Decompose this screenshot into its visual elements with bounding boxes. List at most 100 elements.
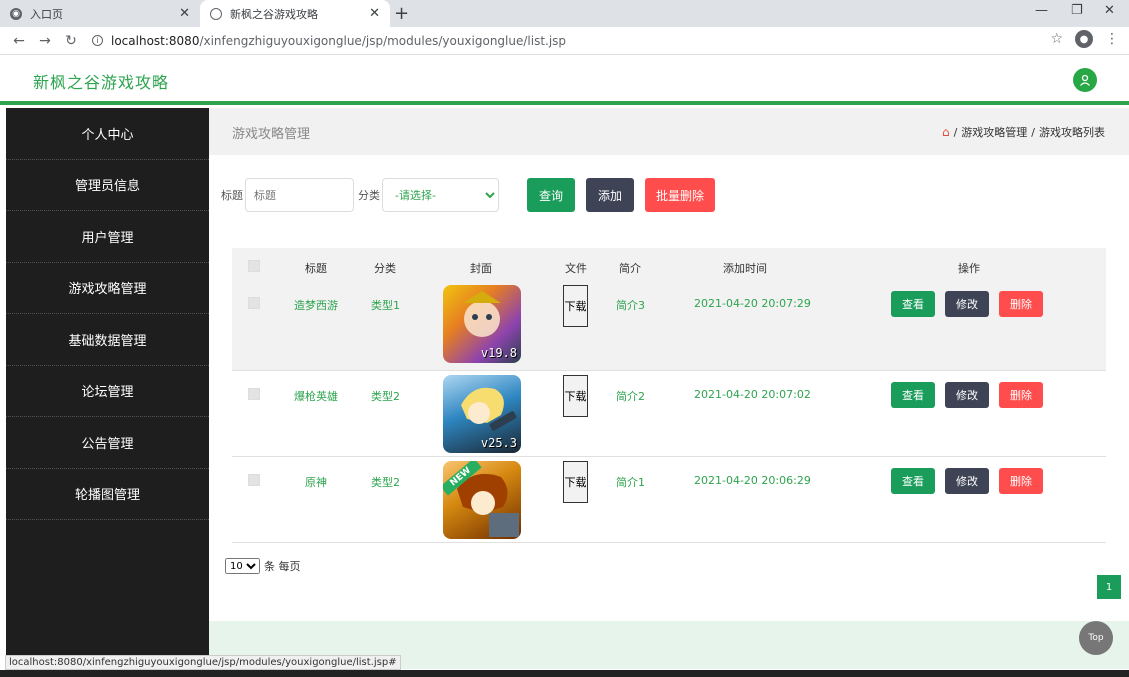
browser-tab-entry[interactable]: ◉ 入口页 ✕ [0, 0, 200, 27]
sidebar-item-admin-info[interactable]: 管理员信息 [6, 160, 209, 211]
row-checkbox[interactable] [248, 474, 260, 486]
new-tab-icon[interactable]: + [394, 3, 409, 24]
header-operations: 操作 [958, 262, 980, 275]
category-filter-label: 分类 [358, 189, 380, 202]
breadcrumb: ⌂ / 游戏攻略管理 / 游戏攻略列表 [942, 124, 1105, 140]
header-title: 标题 [305, 262, 327, 275]
sidebar-item-label: 管理员信息 [74, 179, 140, 195]
browser-tab-current[interactable]: 新枫之谷游戏攻略 ✕ [200, 0, 390, 27]
sidebar-item-notices[interactable]: 公告管理 [6, 417, 209, 469]
row-intro: 简介1 [616, 476, 645, 489]
breadcrumb-section[interactable]: 游戏攻略管理 [961, 124, 1027, 140]
row-operations: 查看 修改 删除 [891, 382, 1043, 408]
cover-image: NEW [443, 461, 521, 539]
row-category: 类型2 [371, 390, 400, 403]
tab-title: 新枫之谷游戏攻略 [230, 7, 318, 21]
back-to-top-button[interactable]: Top [1079, 621, 1113, 655]
close-icon[interactable]: ✕ [369, 6, 380, 21]
url-field[interactable]: i localhost:8080/xinfengzhiguyouxigonglu… [92, 34, 566, 48]
sidebar-item-users[interactable]: 用户管理 [6, 211, 209, 263]
delete-button[interactable]: 删除 [999, 468, 1043, 494]
edit-button[interactable]: 修改 [945, 382, 989, 408]
row-operations: 查看 修改 删除 [891, 291, 1043, 317]
category-select[interactable]: -请选择- [382, 178, 499, 212]
sidebar-item-label: 论坛管理 [81, 385, 134, 401]
app-header: 新枫之谷游戏攻略 [0, 55, 1129, 105]
add-button[interactable]: 添加 [586, 178, 635, 212]
cover-version: v25.3 [480, 436, 517, 450]
header-file: 文件 [565, 262, 587, 275]
url-path: /xinfengzhiguyouxigonglue/jsp/modules/yo… [199, 33, 567, 48]
table-row: 造梦西游 类型1 v19.8 下载 简介3 2021-04-20 20:07:2… [232, 282, 1106, 371]
table-row: 原神 类型2 NEW 下载 简介1 2021-04-20 20:06:29 查看… [232, 457, 1106, 543]
window-close-icon[interactable]: ✕ [1104, 3, 1115, 18]
page-header: 游戏攻略管理 ⌂ / 游戏攻略管理 / 游戏攻略列表 [209, 108, 1129, 155]
edit-button[interactable]: 修改 [945, 291, 989, 317]
row-checkbox[interactable] [248, 297, 260, 309]
header-added-time: 添加时间 [723, 262, 767, 275]
info-icon[interactable]: i [92, 35, 103, 46]
table-row: 爆枪英雄 类型2 v25.3 下载 简介2 2021-04-20 20:07:0… [232, 371, 1106, 457]
guides-table: 标题 分类 封面 文件 简介 添加时间 操作 造梦西游 类型1 v19.8 下载… [232, 248, 1106, 543]
os-taskbar [0, 670, 1129, 677]
row-operations: 查看 修改 删除 [891, 468, 1043, 494]
pagination-page-button[interactable]: 1 [1097, 575, 1121, 599]
home-icon[interactable]: ⌂ [942, 125, 950, 139]
row-title: 造梦西游 [294, 299, 338, 312]
main-content: 游戏攻略管理 ⌂ / 游戏攻略管理 / 游戏攻略列表 标题 分类 -请选择- 查… [209, 108, 1129, 669]
user-avatar-icon[interactable] [1073, 68, 1097, 92]
cover-version: v19.8 [480, 346, 517, 360]
download-button[interactable]: 下载 [563, 461, 588, 503]
tab-title: 入口页 [30, 7, 63, 21]
sidebar-item-carousel[interactable]: 轮播图管理 [6, 469, 209, 520]
back-arrow-icon[interactable]: ← [6, 33, 32, 49]
address-bar: ← → ↻ i localhost:8080/xinfengzhiguyouxi… [0, 27, 1129, 55]
minimize-icon[interactable]: — [1035, 3, 1048, 18]
view-button[interactable]: 查看 [891, 291, 935, 317]
sidebar-item-game-guides[interactable]: 游戏攻略管理 [6, 263, 209, 314]
search-button[interactable]: 查询 [527, 178, 576, 212]
sidebar-item-label: 游戏攻略管理 [68, 282, 147, 298]
filter-bar: 标题 分类 -请选择- 查询 添加 批量删除 [221, 178, 716, 212]
sidebar-item-personal-center[interactable]: 个人中心 [6, 108, 209, 160]
batch-delete-button[interactable]: 批量删除 [645, 178, 716, 212]
page-title: 游戏攻略管理 [232, 127, 311, 142]
title-filter-label: 标题 [221, 189, 243, 202]
restore-icon[interactable]: ❐ [1071, 3, 1083, 18]
title-search-input[interactable] [245, 178, 354, 212]
row-added-time: 2021-04-20 20:07:29 [694, 297, 811, 310]
sidebar-item-label: 公告管理 [81, 436, 134, 452]
sidebar-item-base-data[interactable]: 基础数据管理 [6, 314, 209, 366]
delete-button[interactable]: 删除 [999, 291, 1043, 317]
edit-button[interactable]: 修改 [945, 468, 989, 494]
row-checkbox[interactable] [248, 388, 260, 400]
sidebar-item-label: 基础数据管理 [68, 333, 147, 349]
cover-image: v19.8 [443, 285, 521, 363]
delete-button[interactable]: 删除 [999, 382, 1043, 408]
download-button[interactable]: 下载 [563, 285, 588, 327]
view-button[interactable]: 查看 [891, 382, 935, 408]
view-button[interactable]: 查看 [891, 468, 935, 494]
sidebar-item-forum[interactable]: 论坛管理 [6, 366, 209, 417]
row-added-time: 2021-04-20 20:06:29 [694, 474, 811, 487]
header-cover: 封面 [470, 262, 492, 275]
forward-arrow-icon[interactable]: → [32, 33, 58, 49]
reload-icon[interactable]: ↻ [58, 33, 84, 49]
close-icon[interactable]: ✕ [179, 6, 190, 21]
download-button[interactable]: 下载 [563, 375, 588, 417]
cover-image: v25.3 [443, 375, 521, 453]
select-all-checkbox[interactable] [248, 260, 260, 272]
browser-tab-bar: ◉ 入口页 ✕ 新枫之谷游戏攻略 ✕ + — ❐ ✕ [0, 0, 1129, 27]
row-intro: 简介2 [616, 390, 645, 403]
profile-icon[interactable]: ● [1075, 30, 1093, 48]
browser-status-url: localhost:8080/xinfengzhiguyouxigonglue/… [5, 655, 401, 670]
url-host: localhost:8080 [111, 33, 200, 48]
page-icon [210, 7, 222, 20]
row-category: 类型1 [371, 299, 400, 312]
bookmark-star-icon[interactable]: ☆ [1050, 31, 1063, 47]
table-header: 标题 分类 封面 文件 简介 添加时间 操作 [232, 248, 1106, 284]
row-intro: 简介3 [616, 299, 645, 312]
page-size-select[interactable]: 10 [225, 558, 260, 574]
breadcrumb-separator: / [953, 125, 958, 139]
menu-dots-icon[interactable]: ⋮ [1105, 31, 1119, 47]
